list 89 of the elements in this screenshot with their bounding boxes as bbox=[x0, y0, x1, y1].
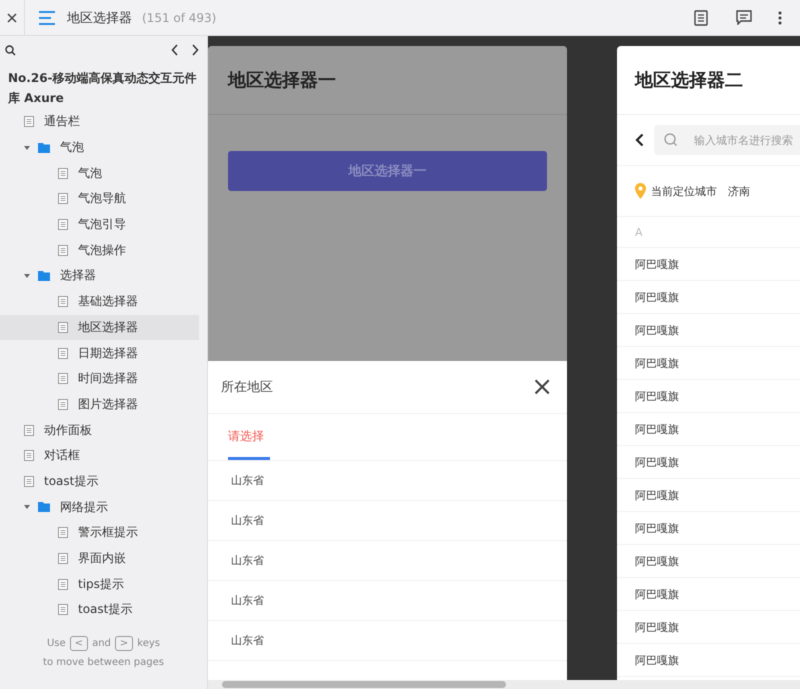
page-count: (151 of 493) bbox=[142, 10, 216, 24]
screen-title: 地区选择器一 bbox=[228, 69, 336, 92]
tree-item[interactable]: 图片选择器 bbox=[0, 392, 199, 418]
tree-item[interactable]: 气泡 bbox=[0, 134, 199, 160]
province-option[interactable]: 山东省 bbox=[208, 501, 567, 541]
city-option[interactable]: 阿巴嘎旗 bbox=[617, 644, 800, 677]
page-icon bbox=[58, 373, 68, 384]
caret-icon[interactable] bbox=[24, 272, 30, 279]
caret-icon[interactable] bbox=[24, 504, 30, 510]
tree-item[interactable]: 气泡引导 bbox=[0, 212, 199, 238]
page-icon bbox=[58, 398, 68, 410]
page-icon bbox=[58, 322, 68, 333]
page-icon bbox=[58, 527, 68, 538]
city-option[interactable]: 阿巴嘎旗 bbox=[617, 479, 800, 512]
city-option[interactable]: 阿巴嘎旗 bbox=[617, 545, 800, 578]
page-icon bbox=[58, 168, 68, 179]
tree-item[interactable]: 地区选择器 bbox=[0, 314, 199, 340]
city-option[interactable]: 阿巴嘎旗 bbox=[617, 413, 800, 446]
tree-item[interactable]: 气泡导航 bbox=[0, 186, 199, 212]
location-pin-icon bbox=[635, 183, 646, 199]
tree-item[interactable]: 选择器 bbox=[0, 263, 199, 289]
tree-item[interactable]: 对话框 bbox=[0, 442, 199, 469]
page-icon bbox=[58, 296, 68, 308]
page-icon bbox=[58, 553, 68, 564]
previous-icon[interactable] bbox=[171, 44, 179, 56]
city-option[interactable]: 阿巴嘎旗 bbox=[617, 248, 800, 281]
menu-icon[interactable] bbox=[39, 10, 55, 24]
tree-item[interactable]: 气泡 bbox=[0, 160, 199, 186]
document-icon[interactable] bbox=[694, 10, 708, 26]
key-cap: > bbox=[114, 636, 134, 651]
tree-item[interactable]: 基础选择器 bbox=[0, 288, 199, 314]
tree-item[interactable]: 警示框提示 bbox=[0, 520, 199, 546]
city-option[interactable]: 阿巴嘎旗 bbox=[617, 314, 800, 347]
location-label: 当前定位城市 bbox=[651, 184, 717, 198]
close-button[interactable]: × bbox=[527, 374, 557, 400]
screen-title: 地区选择器二 bbox=[635, 69, 743, 92]
city-option[interactable]: 阿巴嘎旗 bbox=[617, 611, 800, 644]
current-city[interactable]: 济南 bbox=[728, 184, 750, 198]
tree-item[interactable]: tips提示 bbox=[0, 571, 199, 598]
hint-text: Use bbox=[46, 638, 66, 649]
city-option[interactable]: 阿巴嘎旗 bbox=[617, 281, 800, 314]
page-icon bbox=[58, 244, 68, 256]
city-option[interactable]: 阿巴嘎旗 bbox=[617, 446, 800, 479]
folder-icon bbox=[38, 142, 50, 153]
search-icon[interactable] bbox=[5, 44, 16, 56]
tree-item[interactable]: 界面内嵌 bbox=[0, 546, 199, 572]
tree-item[interactable]: 日期选择器 bbox=[0, 340, 199, 366]
more-icon[interactable] bbox=[778, 10, 782, 24]
folder-icon bbox=[38, 270, 50, 281]
tree-item[interactable]: toast提示 bbox=[0, 468, 199, 494]
next-icon[interactable] bbox=[191, 44, 199, 56]
page-icon bbox=[24, 450, 34, 462]
close-icon[interactable] bbox=[7, 12, 17, 22]
city-option[interactable]: 阿巴嘎旗 bbox=[617, 512, 800, 545]
tree-item[interactable]: 网络提示 bbox=[0, 494, 199, 520]
page-icon bbox=[24, 116, 34, 128]
hint-text: keys bbox=[137, 638, 160, 649]
folder-icon bbox=[38, 502, 50, 512]
page-icon bbox=[24, 476, 34, 487]
province-option[interactable]: 山东省 bbox=[208, 461, 567, 501]
city-option[interactable]: 阿巴嘎旗 bbox=[617, 380, 800, 413]
section-letter: A bbox=[617, 217, 800, 248]
tree-item[interactable]: 动作面板 bbox=[0, 417, 199, 443]
scrollbar-thumb[interactable] bbox=[222, 681, 506, 688]
back-icon[interactable] bbox=[635, 133, 644, 147]
page-title: 地区选择器 bbox=[67, 10, 132, 26]
tree-item[interactable]: 气泡操作 bbox=[0, 237, 199, 264]
city-option[interactable]: 阿巴嘎旗 bbox=[617, 578, 800, 611]
sheet-title: 所在地区 bbox=[221, 379, 273, 396]
tree-item[interactable]: 时间选择器 bbox=[0, 366, 199, 392]
page-icon bbox=[58, 193, 68, 204]
hint-text: to move between pages bbox=[43, 657, 164, 668]
tree-item[interactable]: 通告栏 bbox=[0, 109, 199, 135]
page-icon bbox=[58, 578, 68, 590]
page-icon bbox=[58, 219, 68, 230]
search-field[interactable]: 输入城市名进行搜索 bbox=[654, 125, 800, 155]
comment-icon[interactable] bbox=[736, 10, 752, 25]
province-option[interactable]: 山东省 bbox=[208, 621, 567, 661]
province-option[interactable]: 山东省 bbox=[208, 541, 567, 581]
project-title: No.26-移动端高保真动态交互元件库 Axure bbox=[7, 70, 198, 107]
tree-item[interactable]: toast提示 bbox=[0, 597, 199, 621]
caret-icon[interactable] bbox=[24, 144, 30, 151]
page-icon bbox=[58, 348, 68, 359]
page-icon bbox=[58, 604, 68, 616]
city-option[interactable]: 阿巴嘎旗 bbox=[617, 347, 800, 380]
key-cap: < bbox=[70, 636, 88, 651]
hint-text: and bbox=[92, 638, 111, 649]
page-icon bbox=[24, 424, 34, 436]
province-option[interactable]: 山东省 bbox=[208, 581, 567, 621]
